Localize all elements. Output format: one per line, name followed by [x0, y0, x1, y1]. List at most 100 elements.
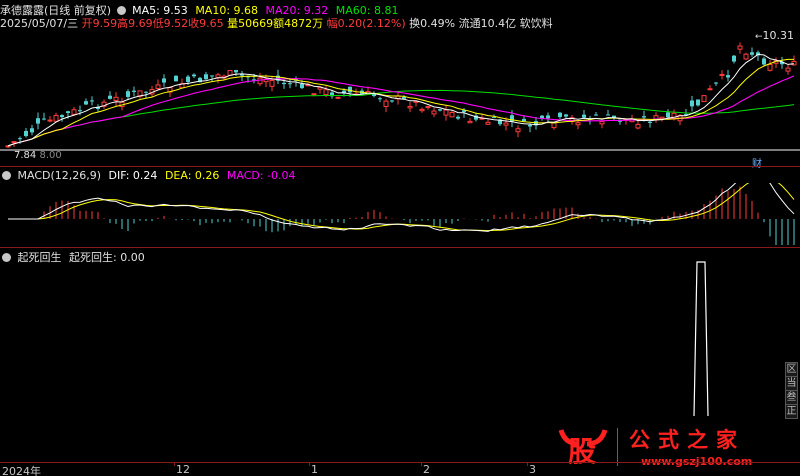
candle-body — [215, 74, 221, 79]
candle-body — [383, 100, 389, 107]
candle-body — [300, 83, 304, 89]
candle-body — [323, 89, 329, 96]
date-label-2: 2 — [423, 463, 430, 476]
ma5-line — [7, 53, 795, 147]
panel-separator-2 — [0, 247, 800, 248]
candle-body — [53, 114, 59, 122]
candle-body — [767, 63, 773, 71]
candle-body — [456, 116, 460, 119]
candle-body — [648, 121, 652, 123]
candle-body — [419, 108, 425, 112]
candle-body — [599, 121, 605, 125]
candles-group — [5, 42, 797, 149]
date-label-3: 3 — [529, 463, 536, 476]
candle-body — [467, 120, 473, 124]
candle-body — [690, 100, 694, 107]
candle-body — [311, 93, 317, 96]
side-button-1[interactable]: 区 — [785, 362, 798, 377]
candle-body — [18, 138, 22, 140]
candle-body — [407, 105, 413, 109]
candle-body — [701, 95, 707, 103]
candle-body — [732, 55, 736, 62]
candle-body — [108, 95, 112, 99]
dif-line — [8, 183, 795, 232]
candle-body — [719, 73, 725, 76]
candle-body — [564, 114, 568, 117]
candle-body — [743, 53, 749, 60]
candle-body — [42, 118, 46, 120]
macd-histogram — [43, 186, 795, 245]
candle-body — [30, 128, 34, 133]
candle-body — [575, 122, 581, 126]
ma-settings-icon[interactable] — [116, 6, 126, 15]
date-label-12: 12 — [176, 463, 190, 476]
candle-body — [132, 90, 136, 92]
candle-body — [642, 116, 646, 118]
candle-body — [558, 112, 562, 118]
candle-body — [503, 122, 509, 126]
candlestick-chart[interactable] — [0, 28, 800, 166]
candle-body — [762, 58, 766, 65]
side-button-3[interactable]: 叁 — [785, 390, 798, 405]
side-button-4[interactable]: 正 — [785, 404, 798, 419]
macd-value: MACD: -0.04 — [226, 169, 296, 182]
candle-body — [288, 83, 292, 85]
high-price-label: ←10.31 — [755, 29, 795, 42]
candle-body — [402, 96, 406, 99]
candle-body — [438, 109, 442, 111]
candle-body — [36, 118, 40, 124]
candle-body — [5, 145, 11, 148]
candle-body — [594, 114, 598, 116]
candle-body — [726, 75, 730, 78]
candle-body — [431, 110, 437, 115]
finance-marker[interactable]: 财 — [752, 155, 762, 170]
candle-body — [257, 77, 263, 85]
candle-body — [78, 110, 82, 112]
candle-body — [60, 115, 64, 118]
candle-body — [696, 99, 700, 106]
candle-body — [144, 91, 148, 93]
candle-body — [162, 78, 166, 83]
candle-body — [737, 45, 743, 50]
candle-body — [47, 119, 53, 122]
candle-body — [425, 106, 431, 109]
candle-body — [443, 109, 449, 116]
candle-body — [11, 141, 17, 144]
ma20-line — [7, 75, 795, 147]
macd-settings-icon[interactable] — [2, 171, 11, 180]
candle-body — [348, 86, 352, 93]
candle-body — [492, 117, 496, 119]
candle-body — [390, 100, 394, 102]
candle-body — [546, 115, 550, 119]
candle-body — [707, 88, 713, 91]
candle-body — [204, 74, 208, 80]
candle-body — [71, 109, 77, 115]
candle-body — [714, 82, 718, 84]
side-button-2[interactable]: 当 — [785, 376, 798, 391]
candle-body — [24, 130, 28, 137]
candle-body — [750, 52, 754, 55]
candle-body — [582, 114, 586, 118]
candle-body — [449, 111, 455, 118]
candle-body — [174, 75, 178, 82]
candle-body — [227, 70, 233, 76]
ma10-line — [7, 58, 794, 147]
candle-body — [528, 124, 532, 127]
candle-body — [113, 96, 119, 102]
watermark-divider — [617, 428, 618, 466]
candle-body — [210, 75, 214, 77]
macd-title[interactable]: MACD(12,26,9) — [18, 169, 102, 182]
candle-body — [234, 70, 238, 73]
date-label-1: 1 — [311, 463, 318, 476]
candle-body — [522, 118, 526, 122]
candle-body — [186, 76, 190, 82]
candle-body — [635, 123, 641, 129]
candle-body — [126, 91, 130, 97]
date-label-2024: 2024年 — [2, 465, 41, 476]
macd-chart[interactable] — [0, 183, 800, 245]
macd-header: MACD(12,26,9) DIF: 0.24 DEA: 0.26 MACD: … — [0, 169, 296, 182]
candle-body — [378, 98, 382, 100]
candle-body — [785, 67, 791, 72]
low-price-label: 7.84 8.00 — [14, 150, 62, 161]
candle-body — [84, 101, 88, 105]
